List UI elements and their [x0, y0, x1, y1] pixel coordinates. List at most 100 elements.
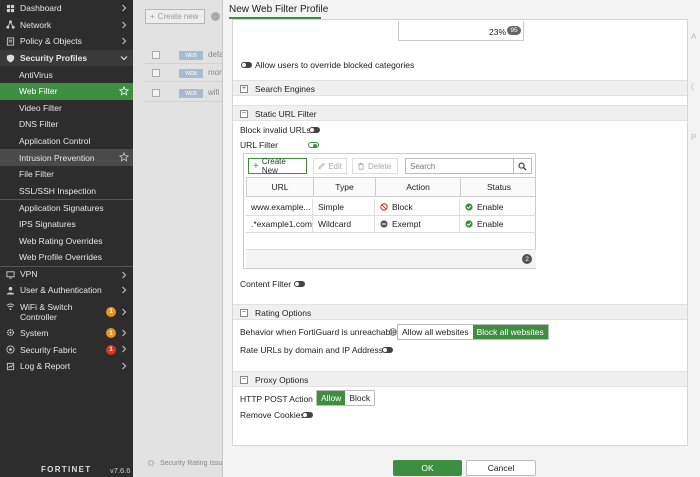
collapse-icon[interactable]: −	[240, 376, 248, 384]
sidebar-item-ssl-ssh-inspection[interactable]: SSL/SSH Inspection	[0, 183, 133, 200]
http-post-action-label: HTTP POST Action	[240, 394, 313, 404]
remove-cookies-toggle[interactable]	[302, 412, 313, 418]
sidebar-item-application-control[interactable]: Application Control	[0, 133, 133, 150]
search-input[interactable]: Search	[405, 158, 514, 174]
section-search-engines[interactable]: + Search Engines	[233, 80, 687, 96]
sidebar-item-video-filter[interactable]: Video Filter	[0, 100, 133, 117]
column-header-status[interactable]: Status	[461, 178, 537, 196]
sidebar-item-label: IPS Signatures	[19, 219, 76, 230]
block-invalid-urls-toggle[interactable]	[309, 127, 320, 133]
gear-icon	[6, 329, 15, 337]
category-percent: 23%	[489, 27, 507, 37]
star-icon[interactable]	[119, 85, 129, 96]
sidebar-item-label: Web Profile Overrides	[19, 252, 102, 263]
sidebar-item-wifi-switch-controller[interactable]: WiFi & Switch Controller 1	[0, 299, 133, 325]
allow-option[interactable]: Allow	[317, 391, 346, 405]
sidebar-item-web-rating-overrides[interactable]: Web Rating Overrides	[0, 232, 133, 249]
sidebar-item-web-filter[interactable]: Web Filter	[0, 82, 133, 100]
sidebar-item-file-filter[interactable]: File Filter	[0, 166, 133, 183]
sidebar-item-label: Network	[20, 19, 52, 30]
chevron-right-icon	[122, 271, 127, 278]
block-option[interactable]: Block	[345, 391, 375, 405]
sidebar-item-label: Security Fabric	[20, 344, 77, 355]
column-header-action[interactable]: Action	[376, 178, 461, 196]
sidebar-item-label: Video Filter	[19, 102, 62, 113]
chevron-right-icon	[122, 308, 127, 316]
rate-urls-label: Rate URLs by domain and IP Address	[240, 345, 384, 355]
search-icon	[518, 162, 527, 171]
allow-override-toggle[interactable]	[241, 62, 252, 68]
section-title: Static URL Filter	[255, 109, 317, 119]
table-row: WEB wifi	[145, 85, 228, 102]
web-tag: WEB	[179, 51, 203, 60]
sidebar-item-policy-objects[interactable]: Policy & Objects	[0, 33, 133, 50]
sidebar-item-application-signatures[interactable]: Application Signatures	[0, 199, 133, 216]
sidebar-item-label: User & Authentication	[20, 285, 102, 296]
shield-icon	[6, 54, 15, 63]
table-row[interactable]: www.example... Simple Block Enable	[246, 199, 536, 216]
sidebar-item-security-profiles[interactable]: Security Profiles	[0, 49, 133, 67]
ok-button[interactable]: OK	[393, 460, 462, 476]
sidebar-item-web-profile-overrides[interactable]: Web Profile Overrides	[0, 249, 133, 266]
column-header-type[interactable]: Type	[314, 178, 376, 196]
fabric-icon	[6, 345, 15, 354]
user-icon	[6, 286, 15, 295]
cell-status: Enable	[460, 199, 536, 215]
check-circle-icon	[465, 220, 473, 228]
sidebar-item-network[interactable]: Network	[0, 17, 133, 34]
search-button[interactable]	[513, 158, 532, 174]
cell-url: www.example...	[246, 199, 313, 215]
trash-icon	[358, 162, 364, 170]
star-icon[interactable]	[119, 152, 129, 162]
table-row[interactable]: .*example1.com Wildcard Exempt Enable	[246, 216, 536, 233]
sidebar-item-antivirus[interactable]: AntiVirus	[0, 66, 133, 83]
row-checkbox	[152, 51, 160, 59]
section-proxy-options[interactable]: − Proxy Options	[233, 371, 687, 387]
sidebar-item-label: AntiVirus	[19, 69, 53, 80]
block-icon	[380, 203, 388, 211]
fortiguard-unreachable-label: Behavior when FortiGuard is unreachable	[240, 327, 397, 337]
category-count-badge: 95	[507, 26, 521, 35]
sidebar-item-security-fabric[interactable]: Security Fabric 1	[0, 341, 133, 358]
gear-icon	[148, 460, 154, 466]
chevron-right-icon	[122, 21, 127, 29]
section-static-url-filter[interactable]: − Static URL Filter	[233, 105, 687, 121]
cell-action: Exempt	[375, 216, 460, 232]
sidebar-item-log-report[interactable]: Log & Report	[0, 358, 133, 375]
table-row: WEB defa	[145, 47, 228, 64]
sidebar-item-dashboard[interactable]: Dashboard	[0, 0, 133, 17]
collapse-icon[interactable]: −	[240, 110, 248, 118]
allow-all-websites-option[interactable]: Allow all websites	[398, 325, 473, 339]
sidebar-item-user-authentication[interactable]: User & Authentication	[0, 282, 133, 299]
column-header-url[interactable]: URL	[247, 178, 314, 196]
fortiguard-behavior-selector: Allow all websites Block all websites	[397, 324, 549, 340]
section-rating-options[interactable]: − Rating Options	[233, 304, 687, 320]
sidebar-item-intrusion-prevention[interactable]: Intrusion Prevention	[0, 149, 133, 166]
dashboard-icon	[6, 4, 15, 12]
fortinet-logo: FORTINET	[41, 465, 92, 474]
cell-action: Block	[375, 199, 460, 215]
delete-button[interactable]: Delete	[352, 158, 398, 174]
info-icon[interactable]	[389, 328, 397, 336]
allow-override-label: Allow users to override blocked categori…	[255, 60, 415, 70]
sidebar-item-label: Log & Report	[20, 361, 71, 372]
new-web-filter-profile-dialog: New Web Filter Profile A ( P 23% 95 Allo…	[222, 0, 700, 477]
cancel-button[interactable]: Cancel	[466, 460, 536, 476]
sidebar-item-vpn[interactable]: VPN	[0, 265, 133, 283]
create-new-button[interactable]: + Create New	[248, 157, 307, 175]
sidebar: Dashboard Network Policy & Objects Secur…	[0, 0, 133, 477]
edit-button[interactable]: Edit	[313, 158, 347, 174]
rate-urls-toggle[interactable]	[382, 347, 393, 353]
url-filter-label: URL Filter	[240, 140, 278, 150]
sidebar-item-label: Security Profiles	[20, 53, 88, 64]
sidebar-item-dns-filter[interactable]: DNS Filter	[0, 116, 133, 133]
sidebar-item-system[interactable]: System 1	[0, 325, 133, 342]
sidebar-item-ips-signatures[interactable]: IPS Signatures	[0, 216, 133, 233]
content-filter-toggle[interactable]	[294, 281, 305, 287]
collapse-icon[interactable]: −	[240, 309, 248, 317]
block-all-websites-option[interactable]: Block all websites	[472, 325, 548, 339]
cell-url: .*example1.com	[246, 216, 313, 232]
expand-icon[interactable]: +	[240, 85, 248, 93]
url-filter-toggle[interactable]	[308, 142, 319, 148]
row-checkbox	[152, 89, 160, 97]
